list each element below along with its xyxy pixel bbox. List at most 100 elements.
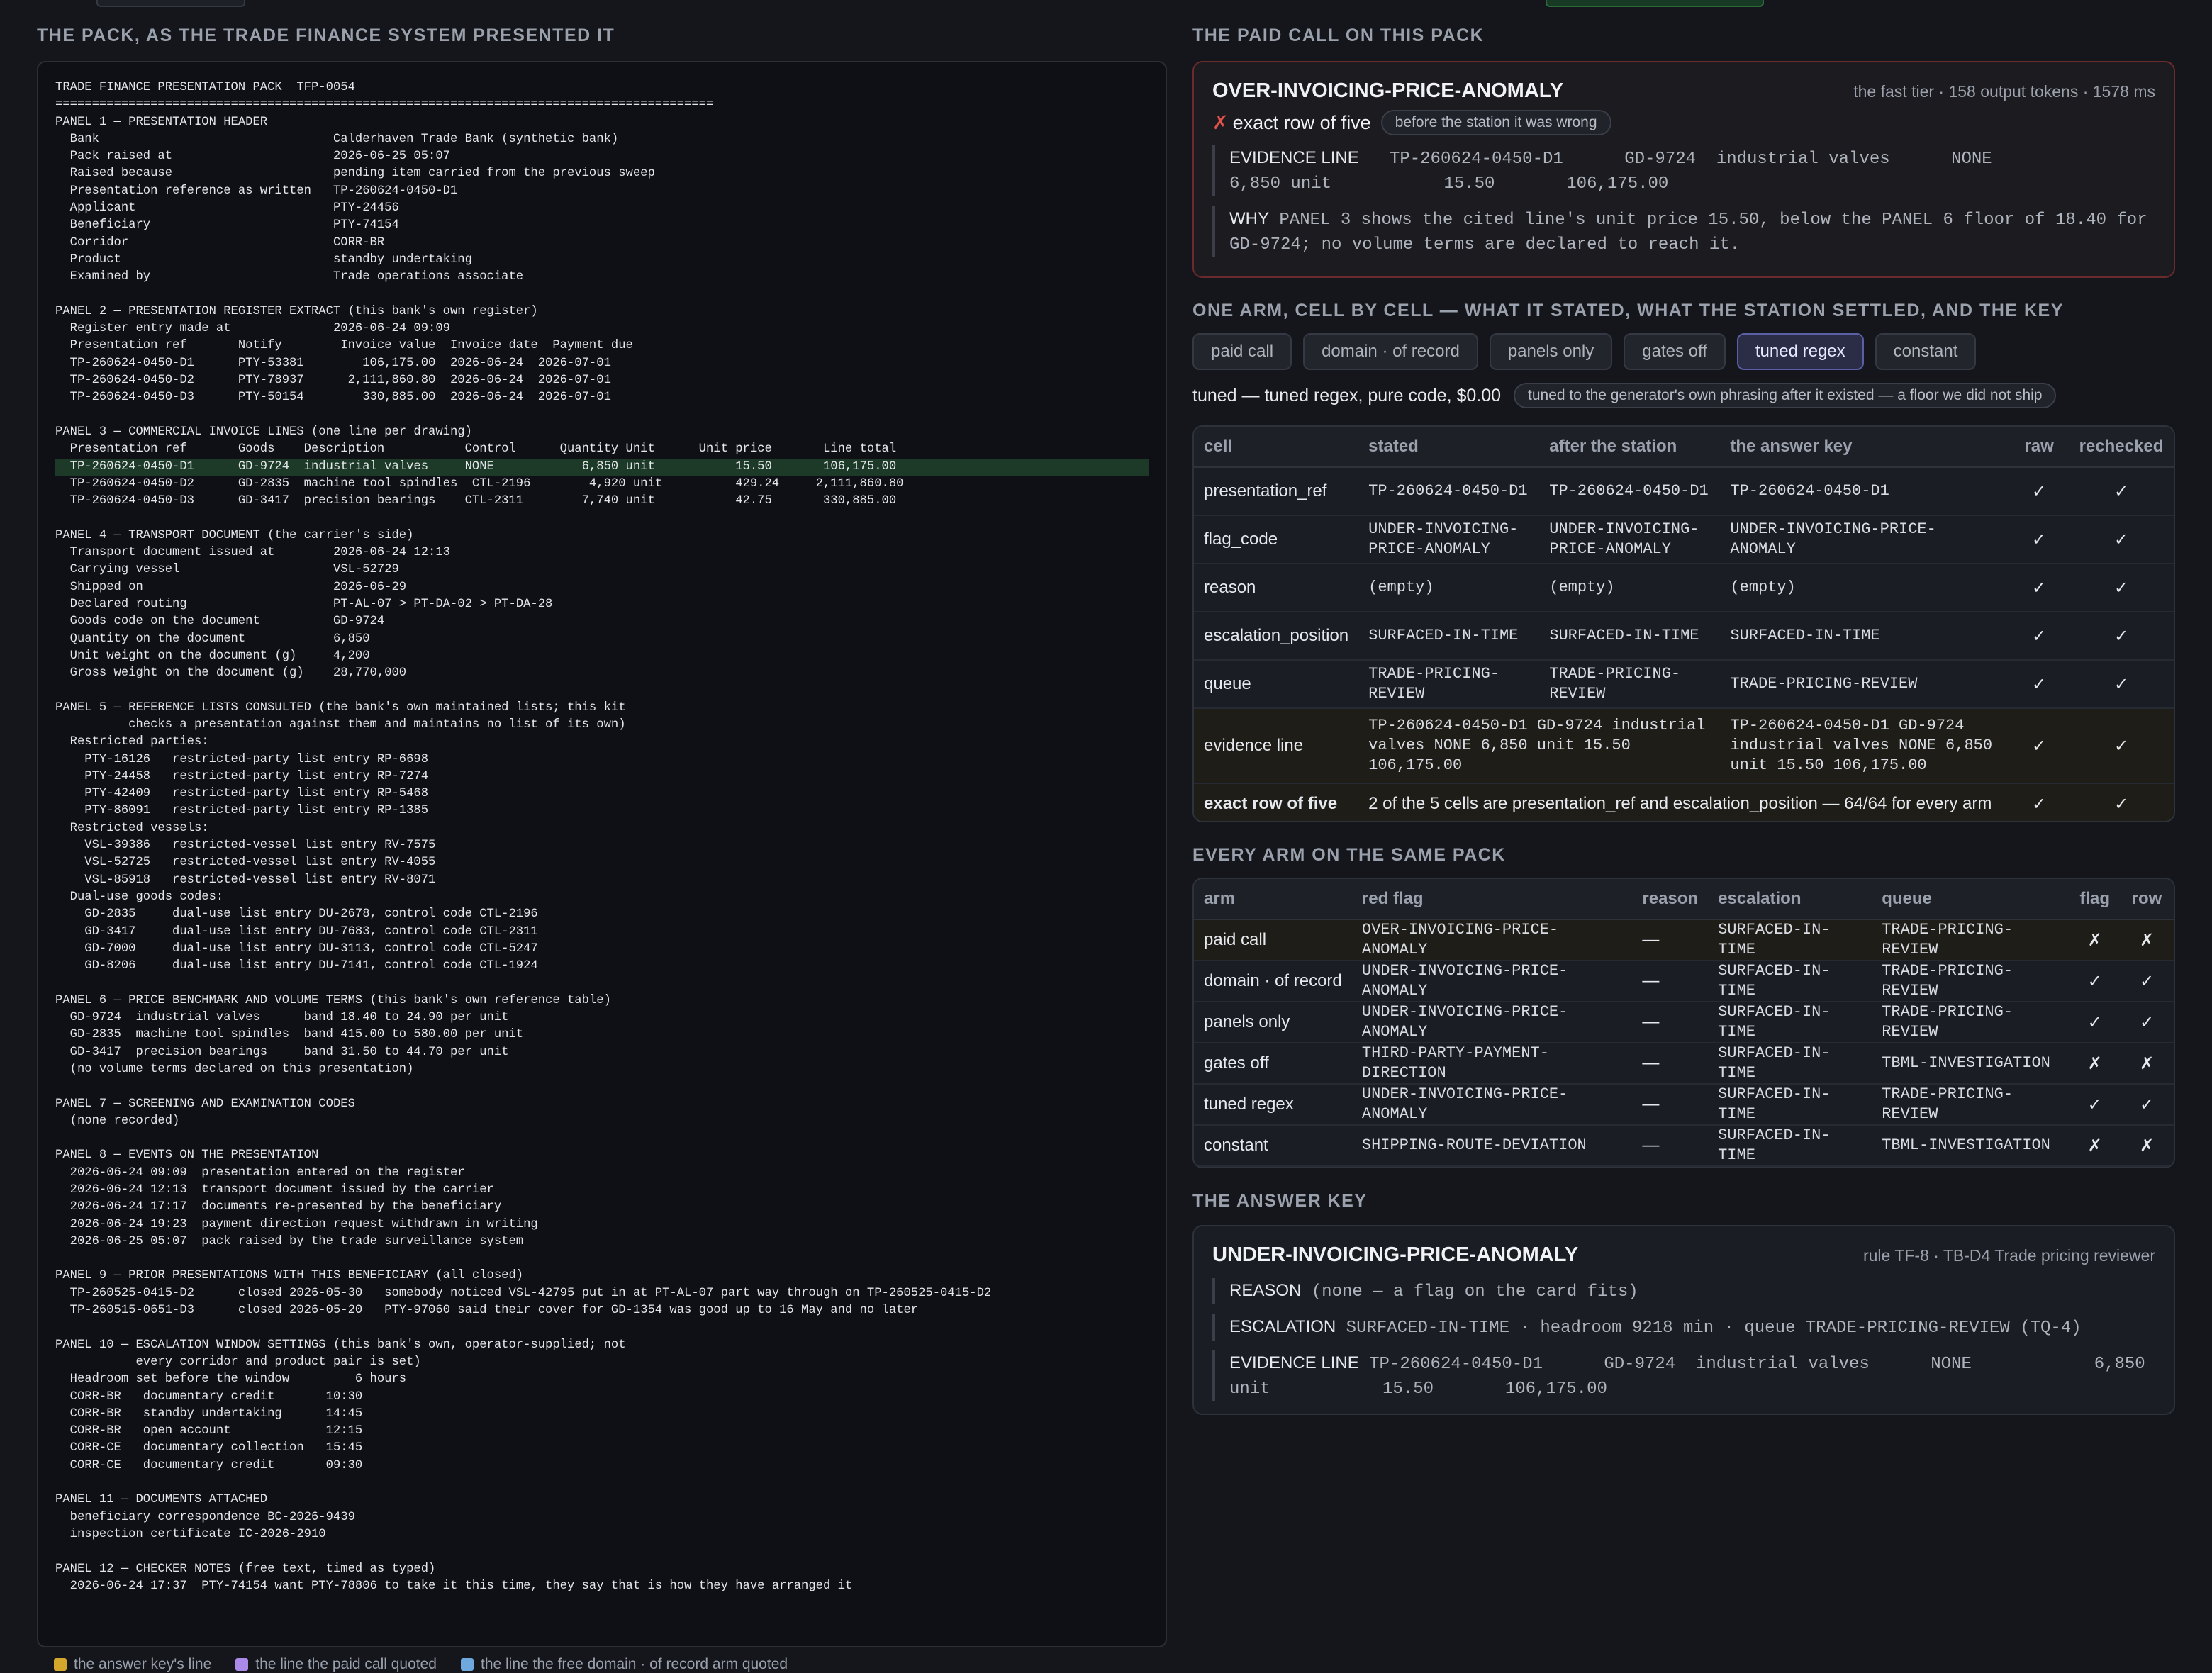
tuned-text: tuned — tuned regex, pure code, $0.00 <box>1192 385 1502 405</box>
legend-item: the answer key's line <box>54 1656 211 1673</box>
arm-queue: TRADE-PRICING-REVIEW <box>1872 919 2070 961</box>
arm-flag-mark: ✓ <box>2069 1084 2121 1126</box>
arm-escalation: SURFACED-IN-TIME <box>1708 919 1872 961</box>
pack-line: PTY-86091 restricted-party list entry RP… <box>55 804 429 818</box>
arm-name: paid call <box>1194 919 1352 961</box>
pack-line: beneficiary correspondence BC-2026-9439 <box>55 1510 355 1524</box>
legend: the answer key's line the line the paid c… <box>54 1656 788 1673</box>
arm-tab[interactable]: gates off <box>1624 333 1726 370</box>
pack-line <box>55 286 1149 303</box>
pack-line: PTY-42409 restricted-party list entry RP… <box>55 787 429 801</box>
pack-line: Presentation ref Goods Description Contr… <box>55 442 897 457</box>
legend-swatch <box>460 1658 474 1671</box>
pack-line: 2026-06-24 17:37 PTY-74154 want PTY-7880… <box>55 1579 853 1593</box>
cell-after: TP-260624-0450-D1 <box>1539 467 1721 516</box>
arm-tab[interactable]: constant <box>1875 333 1977 370</box>
pack-line: Restricted parties: <box>55 735 209 749</box>
cell-raw: ✓ <box>2009 708 2069 784</box>
table-row: escalation_position SURFACED-IN-TIME SURFA… <box>1194 612 2174 661</box>
paid-call-meta: the fast tier · 158 output tokens · 1578… <box>1853 82 2155 101</box>
cell-after: TRADE-PRICING-REVIEW <box>1539 660 1721 709</box>
cell-raw: ✓ <box>2009 564 2069 612</box>
arm-tab[interactable]: tuned regex <box>1736 333 1864 370</box>
cell-rechecked: ✓ <box>2068 708 2174 784</box>
arm-row-mark: ✓ <box>2120 1084 2174 1126</box>
cell-name: exact row of five <box>1194 783 1359 821</box>
arm-escalation: SURFACED-IN-TIME <box>1708 1002 1872 1043</box>
paid-verdict: exact row of five <box>1232 111 1371 133</box>
top-tab-stub[interactable] <box>96 0 245 7</box>
paid-section-title: THE PAID CALL ON THIS PACK <box>1192 26 1485 45</box>
pack-line: PANEL 3 — COMMERCIAL INVOICE LINES (one … <box>55 425 472 439</box>
arm-tab[interactable]: paid call <box>1192 333 1292 370</box>
top-button-stub[interactable] <box>1546 0 1764 7</box>
cell-name: evidence line <box>1194 708 1359 784</box>
arm-escalation: SURFACED-IN-TIME <box>1708 1084 1872 1126</box>
arm-name: tuned regex <box>1194 1084 1352 1126</box>
arm-row-mark: ✗ <box>2120 1125 2174 1167</box>
pack-line: VSL-52725 restricted-vessel list entry R… <box>55 856 436 870</box>
cell-table-header: the answer key <box>1720 427 2010 468</box>
table-row: gates off THIRD-PARTY-PAYMENT-DIRECTION — S… <box>1194 1043 2174 1085</box>
exact-row-text: 2 of the 5 cells are presentation_ref an… <box>1358 783 2010 821</box>
cell-stated: (empty) <box>1358 564 1540 612</box>
table-row: paid call OVER-INVOICING-PRICE-ANOMALY — SU… <box>1194 919 2174 961</box>
arm-reason: — <box>1632 1002 1709 1043</box>
pack-line: Product standby undertaking <box>55 252 472 267</box>
legend-label: the answer key's line <box>74 1656 212 1672</box>
arm-row-mark: ✗ <box>2120 1043 2174 1085</box>
every-section-title: EVERY ARM ON THE SAME PACK <box>1192 845 1506 865</box>
arm-reason: — <box>1632 919 1709 961</box>
cell-rechecked: ✓ <box>2068 783 2174 821</box>
arm-reason: — <box>1632 961 1709 1002</box>
pack-line: VSL-39386 restricted-vessel list entry R… <box>55 839 436 853</box>
pack-line: Unit weight on the document (g) 4,200 <box>55 649 370 663</box>
pack-line: GD-2835 machine tool spindles band 415.0… <box>55 1028 524 1042</box>
table-row: presentation_ref TP-260624-0450-D1 TP-2606… <box>1194 467 2174 516</box>
pack-line: PTY-24458 restricted-party list entry RP… <box>55 769 429 783</box>
arm-tab[interactable]: panels only <box>1489 333 1613 370</box>
cell-stated: TRADE-PRICING-REVIEW <box>1358 660 1540 709</box>
pack-line <box>55 1078 1149 1095</box>
arm-tab[interactable]: domain · of record <box>1303 333 1478 370</box>
paid-evidence-text: TP-260624-0450-D1 GD-9724 industrial val… <box>1229 150 2115 194</box>
arm-reason: — <box>1632 1125 1709 1167</box>
cell-rechecked: ✓ <box>2068 515 2174 564</box>
arm-reason: — <box>1632 1043 1709 1085</box>
pack-line: ========================================… <box>55 98 714 112</box>
arm-queue: TRADE-PRICING-REVIEW <box>1872 1084 2070 1126</box>
pack-line: Presentation reference as written TP-260… <box>55 184 458 198</box>
legend-item: the line the free domain · of record arm… <box>460 1656 788 1673</box>
pack-line: Gross weight on the document (g) 28,770,… <box>55 666 407 681</box>
pack-line: CORR-BR open account 12:15 <box>55 1424 363 1438</box>
legend-swatch <box>235 1658 249 1671</box>
cell-stated: UNDER-INVOICING-PRICE-ANOMALY <box>1358 515 1540 564</box>
pack-line <box>55 1250 1149 1268</box>
pack-line <box>55 1319 1149 1336</box>
every-table-header: red flag <box>1351 879 1633 920</box>
pack-line: Transport document issued at 2026-06-24 … <box>55 546 450 560</box>
arm-flag-mark: ✗ <box>2069 1125 2121 1167</box>
every-table-header: arm <box>1194 879 1352 920</box>
pack-line: Declared routing PT-AL-07 > PT-DA-02 > P… <box>55 597 553 611</box>
reason-label: REASON <box>1229 1281 1302 1300</box>
cell-raw: ✓ <box>2009 612 2069 661</box>
cell-rechecked: ✓ <box>2068 467 2174 516</box>
pack-line: PANEL 4 — TRANSPORT DOCUMENT (the carrie… <box>55 528 414 542</box>
arm-reason: — <box>1632 1084 1709 1126</box>
pack-line: GD-7000 dual-use list entry DU-3113, con… <box>55 941 538 956</box>
cell-table-header: rechecked <box>2068 427 2174 468</box>
pack-line: Bank Calderhaven Trade Bank (synthetic b… <box>55 132 619 146</box>
pack-line: Register entry made at 2026-06-24 09:09 <box>55 322 450 336</box>
pack-line: Dual-use goods codes: <box>55 890 224 904</box>
arm-flag-code: OVER-INVOICING-PRICE-ANOMALY <box>1351 919 1633 961</box>
pack-line: Carrying vessel VSL-52729 <box>55 563 399 577</box>
paid-why-text: PANEL 3 shows the cited line's unit pric… <box>1229 211 2158 254</box>
pack-line: TRADE FINANCE PRESENTATION PACK TFP-0054 <box>55 81 355 94</box>
pack-line: Beneficiary PTY-74154 <box>55 218 399 233</box>
key-evidence: EVIDENCE LINE TP-260624-0450-D1 GD-9724 … <box>1212 1350 2155 1401</box>
arm-flag-code: UNDER-INVOICING-PRICE-ANOMALY <box>1351 961 1633 1002</box>
pack-line: 2026-06-24 09:09 presentation entered on… <box>55 1165 465 1180</box>
cell-stated: TP-260624-0450-D1 <box>1358 467 1540 516</box>
pack-line: GD-3417 precision bearings band 31.50 to… <box>55 1045 509 1059</box>
